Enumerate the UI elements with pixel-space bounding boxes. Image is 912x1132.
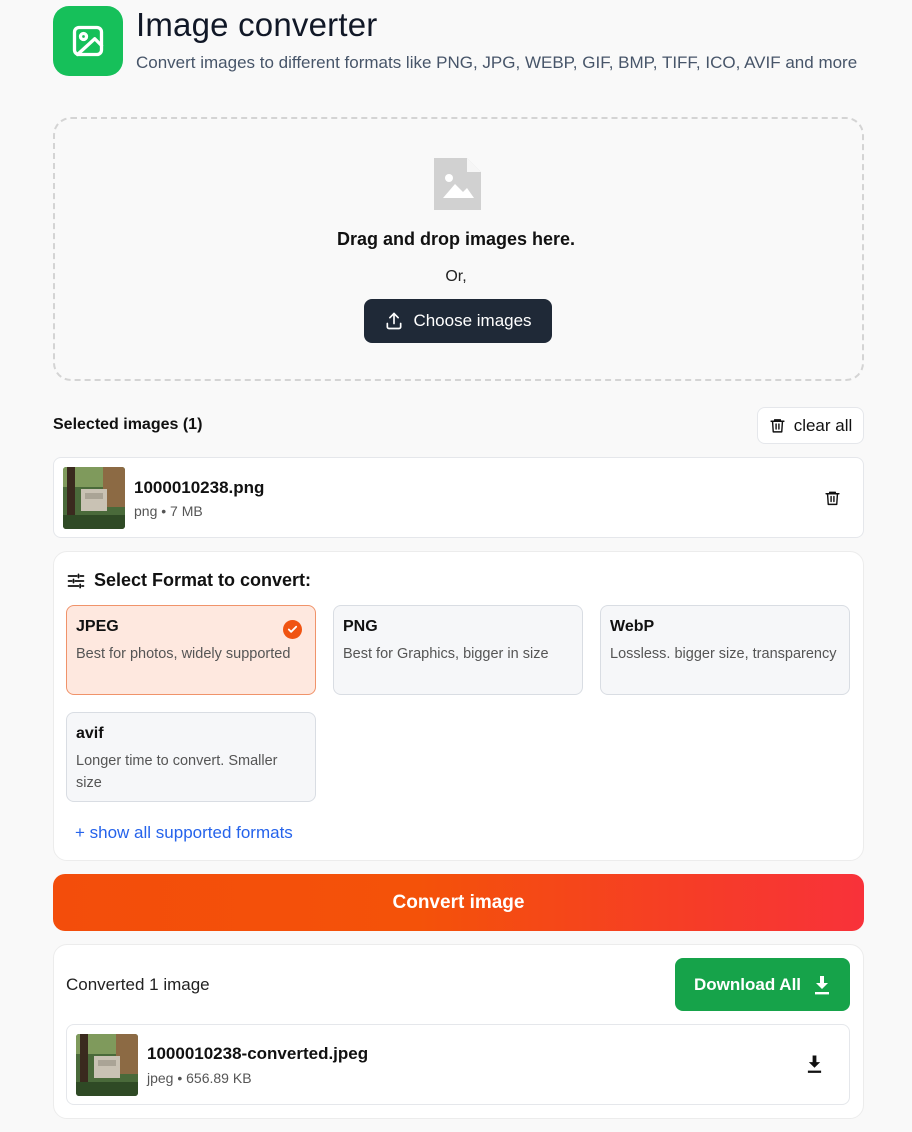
drop-zone-or-text: Or, bbox=[445, 268, 467, 285]
format-option-avif[interactable]: avif Longer time to convert. Smaller siz… bbox=[66, 712, 316, 802]
converted-count: Converted 1 image bbox=[66, 975, 210, 994]
download-icon bbox=[815, 975, 830, 994]
trash-icon[interactable] bbox=[824, 489, 841, 507]
format-option-jpeg[interactable]: JPEG Best for photos, widely supported bbox=[66, 605, 316, 695]
selected-images-heading: Selected images (1) bbox=[53, 416, 203, 433]
upload-icon bbox=[386, 312, 402, 330]
app-logo bbox=[53, 6, 123, 76]
file-meta: png • 7 MB bbox=[134, 503, 203, 519]
image-placeholder-icon bbox=[434, 158, 481, 210]
choose-images-button[interactable]: Choose images bbox=[364, 299, 552, 343]
download-icon[interactable] bbox=[806, 1054, 823, 1074]
page-title: Image converter bbox=[136, 6, 378, 43]
list-item: 1000010238.png png • 7 MB bbox=[53, 457, 864, 538]
clear-all-button[interactable]: clear all bbox=[757, 407, 864, 444]
format-option-webp[interactable]: WebP Lossless. bigger size, transparency bbox=[600, 605, 850, 695]
format-option-name: WebP bbox=[610, 618, 655, 635]
format-heading-label: Select Format to convert: bbox=[94, 570, 312, 590]
format-option-name: PNG bbox=[343, 618, 378, 635]
download-all-label: Download All bbox=[693, 974, 802, 994]
format-option-png[interactable]: PNG Best for Graphics, bigger in size bbox=[333, 605, 583, 695]
page-subtitle: Convert images to different formats like… bbox=[136, 53, 858, 72]
file-meta: jpeg • 656.89 KB bbox=[147, 1070, 252, 1086]
check-icon bbox=[283, 620, 302, 639]
clear-all-label: clear all bbox=[793, 415, 853, 435]
convert-image-button[interactable]: Convert image bbox=[53, 874, 864, 931]
file-name: 1000010238.png bbox=[134, 478, 265, 497]
format-option-name: JPEG bbox=[76, 618, 119, 635]
format-heading: Select Format to convert: bbox=[66, 570, 311, 591]
image-icon bbox=[72, 25, 104, 57]
format-option-name: avif bbox=[76, 725, 104, 742]
format-option-desc: Best for Graphics, bigger in size bbox=[343, 646, 549, 662]
download-all-button[interactable]: Download All bbox=[675, 958, 850, 1011]
file-thumbnail bbox=[63, 467, 125, 529]
show-all-formats-link[interactable]: + show all supported formats bbox=[75, 823, 293, 843]
format-panel bbox=[53, 551, 864, 861]
file-thumbnail bbox=[76, 1034, 138, 1096]
trash-icon bbox=[770, 419, 785, 433]
format-option-desc: Longer time to convert. Smaller size bbox=[76, 753, 278, 791]
format-option-desc: Best for photos, widely supported bbox=[76, 646, 291, 662]
format-option-desc: Lossless. bigger size, transparency bbox=[610, 646, 837, 662]
sliders-icon bbox=[67, 573, 85, 588]
list-item: 1000010238-converted.jpeg jpeg • 656.89 … bbox=[66, 1024, 850, 1105]
choose-images-label: Choose images bbox=[413, 311, 532, 330]
file-name: 1000010238-converted.jpeg bbox=[147, 1044, 369, 1063]
drop-zone-heading: Drag and drop images here. bbox=[336, 229, 576, 249]
